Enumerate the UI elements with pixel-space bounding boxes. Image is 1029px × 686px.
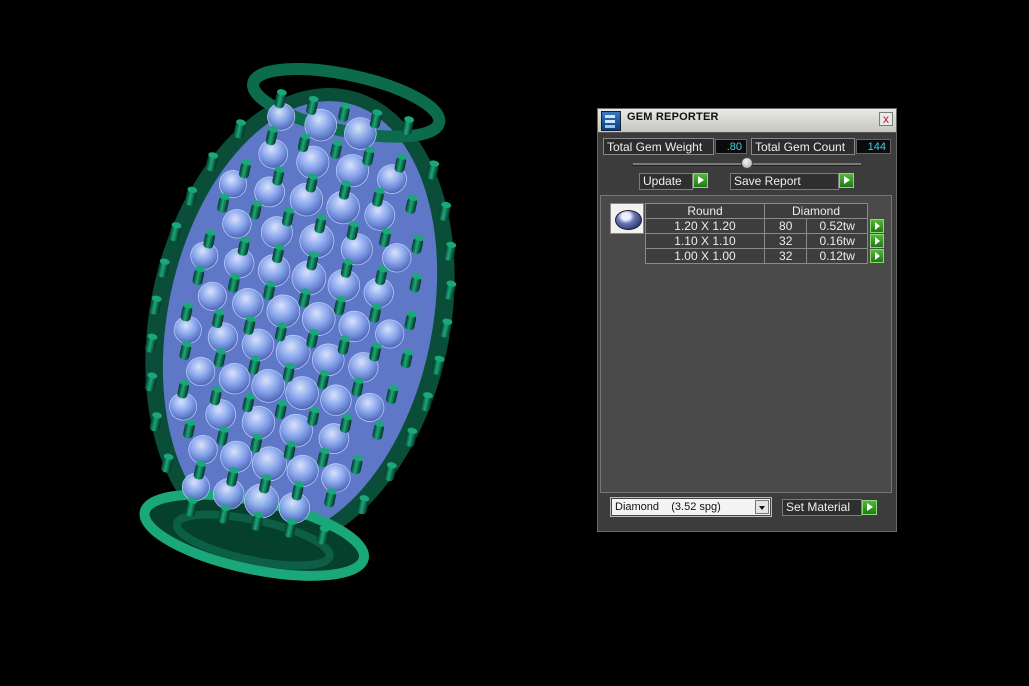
chevron-down-icon[interactable] (755, 500, 769, 514)
gem-count: 80 (763, 218, 808, 234)
gem-count: 32 (763, 233, 808, 249)
table-row[interactable]: 1.00 X 1.00 32 0.12tw (645, 248, 886, 264)
save-report-button[interactable]: Save Report (730, 173, 839, 190)
header-shape: Round (645, 203, 765, 219)
total-gem-count-label: Total Gem Count (751, 138, 855, 155)
total-gem-count-value: 144 (856, 139, 891, 154)
gem-size: 1.10 X 1.10 (645, 233, 765, 249)
panel-title: GEM REPORTER (627, 111, 719, 123)
close-button[interactable]: x (879, 112, 893, 126)
table-row[interactable]: 1.10 X 1.10 32 0.16tw (645, 233, 886, 249)
ring-body (139, 63, 457, 581)
header-material: Diamond (764, 203, 868, 219)
slider-handle[interactable] (741, 157, 753, 169)
gem-table: Round Diamond 1.20 X 1.20 80 0.52tw 1.10… (645, 203, 886, 264)
gem-size: 1.00 X 1.00 (645, 248, 765, 264)
total-gem-weight-value: .80 (715, 139, 747, 154)
gem-table-header: Round Diamond (645, 203, 886, 219)
gem-size: 1.20 X 1.20 (645, 218, 765, 234)
set-material-play-icon[interactable] (862, 500, 877, 515)
round-gem-thumbnail-icon (610, 203, 644, 234)
gem-reporter-panel: GEM REPORTER x Total Gem Weight .80 Tota… (597, 108, 897, 532)
gem-weight: 0.52tw (806, 218, 868, 234)
table-row[interactable]: 1.20 X 1.20 80 0.52tw (645, 218, 886, 234)
row-select-button[interactable] (868, 218, 886, 234)
update-play-icon[interactable] (693, 173, 708, 188)
gem-weight: 0.12tw (806, 248, 868, 264)
material-dropdown[interactable]: Diamond (3.52 spg) (610, 497, 772, 517)
play-icon[interactable] (870, 233, 884, 248)
row-select-button[interactable] (868, 248, 886, 264)
material-dropdown-value: Diamond (3.52 spg) (615, 501, 721, 513)
gem-weight: 0.16tw (806, 233, 868, 249)
total-gem-weight-label: Total Gem Weight (603, 138, 714, 155)
title-bar[interactable]: GEM REPORTER x (598, 109, 896, 133)
row-select-button[interactable] (868, 233, 886, 249)
gem-count: 32 (763, 248, 808, 264)
update-button[interactable]: Update (639, 173, 693, 190)
play-icon[interactable] (870, 218, 884, 233)
set-material-button[interactable]: Set Material (782, 499, 862, 516)
play-icon[interactable] (870, 248, 884, 263)
gem-list-area: Round Diamond 1.20 X 1.20 80 0.52tw 1.10… (600, 195, 892, 493)
gem-reporter-app-icon (601, 111, 621, 131)
save-report-play-icon[interactable] (839, 173, 854, 188)
